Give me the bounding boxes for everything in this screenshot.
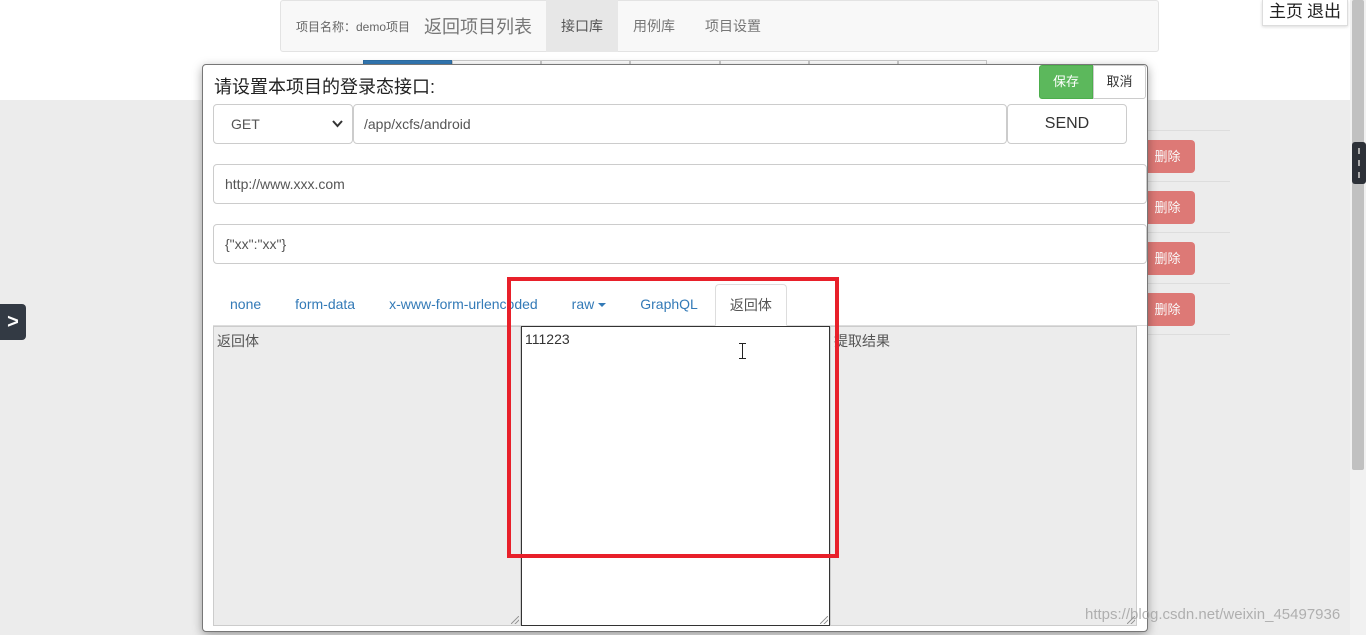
method-value: GET <box>231 116 260 132</box>
login-interface-modal: 请设置本项目的登录态接口: 保存 取消 GET /app/xcfs/androi… <box>202 64 1148 632</box>
nav-interface-library[interactable]: 接口库 <box>546 0 619 52</box>
method-select[interactable]: GET <box>213 104 353 144</box>
resize-grip-icon[interactable] <box>511 616 519 624</box>
extract-result-textarea[interactable]: 提取结果 <box>830 326 1137 626</box>
page-scrollbar[interactable] <box>1350 0 1366 635</box>
response-body-textarea[interactable]: 返回体 <box>213 326 521 626</box>
sidebar-toggle-button[interactable]: > <box>0 304 26 340</box>
tab-graphql[interactable]: GraphQL <box>623 284 715 325</box>
send-button[interactable]: SEND <box>1007 104 1127 144</box>
caret-down-icon <box>598 303 607 308</box>
tab-response-body[interactable]: 返回体 <box>714 284 787 326</box>
tab-x-www-form-urlencoded[interactable]: x-www-form-urlencoded <box>372 284 555 325</box>
extract-rule-textarea[interactable]: 111223 <box>521 326 830 626</box>
body-type-tabs: none form-data x-www-form-urlencoded raw… <box>213 284 1147 326</box>
extract-result-placeholder: 提取结果 <box>834 333 890 349</box>
resize-grip-icon[interactable] <box>820 616 828 624</box>
delete-button[interactable]: 删除 <box>1140 242 1195 275</box>
top-navbar: 项目名称：demo项目 返回项目列表 接口库 用例库 项目设置 <box>280 0 1159 52</box>
extract-rule-value: 111223 <box>525 331 570 347</box>
delete-button[interactable]: 删除 <box>1140 293 1195 326</box>
url-input[interactable]: /app/xcfs/android <box>353 104 1007 144</box>
host-input[interactable]: http://www.xxx.com <box>213 164 1147 204</box>
tab-none[interactable]: none <box>213 284 278 325</box>
home-link[interactable]: 主页 <box>1269 2 1303 21</box>
back-to-projects-link[interactable]: 返回项目列表 <box>424 13 532 39</box>
scrollbar-thumb[interactable] <box>1352 0 1364 470</box>
modal-title: 请设置本项目的登录态接口: <box>214 77 435 97</box>
chevron-down-icon <box>332 105 343 159</box>
delete-button[interactable]: 删除 <box>1140 191 1195 224</box>
tab-raw-label: raw <box>571 296 595 312</box>
delete-button[interactable]: 删除 <box>1140 140 1195 173</box>
nav-project-settings[interactable]: 项目设置 <box>690 0 776 52</box>
text-cursor-icon <box>739 343 747 359</box>
tab-form-data[interactable]: form-data <box>278 284 372 325</box>
watermark: https://blog.csdn.net/weixin_45497936 <box>1085 606 1341 623</box>
drag-handle-icon[interactable] <box>1352 142 1366 184</box>
tab-raw[interactable]: raw <box>555 284 624 325</box>
save-button[interactable]: 保存 <box>1039 65 1093 99</box>
logout-link[interactable]: 退出 <box>1307 2 1341 21</box>
user-links: 主页 退出 <box>1262 0 1348 26</box>
project-name-label: 项目名称：demo项目 <box>296 19 411 34</box>
response-body-placeholder: 返回体 <box>217 333 259 349</box>
cancel-button[interactable]: 取消 <box>1093 65 1146 99</box>
nav-case-library[interactable]: 用例库 <box>618 0 690 52</box>
params-input[interactable]: {"xx":"xx"} <box>213 224 1147 264</box>
